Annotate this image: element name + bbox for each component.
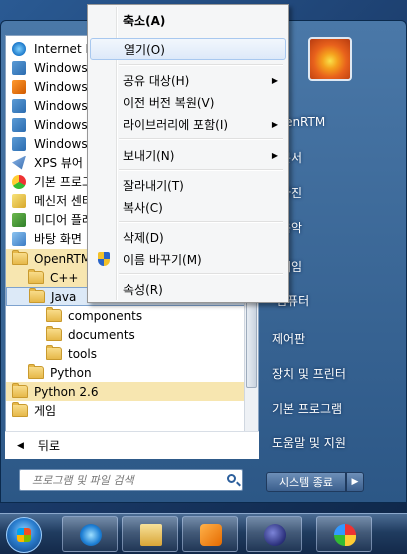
taskbar bbox=[0, 513, 407, 554]
folder-icon bbox=[28, 269, 44, 284]
search-input[interactable] bbox=[30, 472, 224, 488]
folder-icon bbox=[12, 250, 28, 265]
folder-icon bbox=[46, 326, 62, 341]
search-box[interactable] bbox=[19, 469, 243, 491]
shutdown-options-arrow-icon[interactable]: ▶ bbox=[346, 472, 364, 492]
folder-icon bbox=[46, 345, 62, 360]
menu-item-collapse[interactable]: 축소(A) bbox=[90, 9, 286, 31]
right-item-default-programs[interactable]: 기본 프로그램 bbox=[272, 400, 342, 417]
taskbar-file-explorer[interactable] bbox=[122, 516, 178, 552]
menu-separator bbox=[119, 64, 283, 66]
shutdown-button[interactable]: 시스템 종료 bbox=[266, 472, 346, 492]
menu-item-open[interactable]: 열기(O) bbox=[90, 38, 286, 60]
search-icon[interactable] bbox=[227, 474, 236, 483]
menu-item-restore-previous[interactable]: 이전 버전 복원(V) bbox=[90, 91, 286, 113]
media-center-icon bbox=[12, 212, 26, 227]
user-picture[interactable] bbox=[308, 37, 352, 81]
submenu-arrow-icon: ▶ bbox=[271, 75, 278, 85]
back-arrow-icon: ◀ bbox=[17, 440, 24, 451]
eclipse-icon bbox=[264, 524, 286, 546]
menu-item-copy[interactable]: 복사(C) bbox=[90, 196, 286, 218]
menu-item-include-library[interactable]: 라이브러리에 포함(I) ▶ bbox=[90, 113, 286, 135]
folder-python[interactable]: Python bbox=[6, 363, 252, 382]
windows-media-player-icon bbox=[200, 524, 222, 546]
folder-icon bbox=[46, 307, 62, 322]
folder-icon bbox=[28, 364, 44, 379]
taskbar-eclipse[interactable] bbox=[246, 516, 302, 552]
messenger-icon bbox=[12, 193, 26, 208]
internet-explorer-icon bbox=[80, 524, 102, 546]
right-item-control-panel[interactable]: 제어판 bbox=[272, 330, 305, 347]
folder-documents[interactable]: documents bbox=[6, 325, 252, 344]
folder-tools[interactable]: tools bbox=[6, 344, 252, 363]
start-orb-button[interactable] bbox=[6, 517, 42, 553]
menu-item-cut[interactable]: 잘라내기(T) bbox=[90, 174, 286, 196]
folder-icon bbox=[29, 288, 45, 303]
folder-python-2-6[interactable]: Python 2.6 bbox=[6, 382, 252, 401]
menu-separator bbox=[119, 221, 283, 223]
file-explorer-icon bbox=[140, 524, 162, 546]
back-button[interactable]: ◀ 뒤로 bbox=[5, 431, 259, 459]
folder-components[interactable]: components bbox=[6, 306, 252, 325]
submenu-arrow-icon: ▶ bbox=[271, 150, 278, 160]
menu-item-properties[interactable]: 속성(R) bbox=[90, 278, 286, 300]
windows-app-icon bbox=[12, 98, 26, 113]
internet-explorer-icon bbox=[12, 41, 26, 56]
windows-app-icon bbox=[12, 60, 26, 75]
right-item-help-support[interactable]: 도움말 및 지원 bbox=[272, 434, 346, 451]
default-programs-icon bbox=[12, 174, 26, 189]
windows-app-icon bbox=[12, 117, 26, 132]
menu-item-rename[interactable]: 이름 바꾸기(M) bbox=[90, 248, 286, 270]
windows-media-icon bbox=[12, 79, 26, 94]
submenu-arrow-icon: ▶ bbox=[271, 119, 278, 129]
menu-item-send-to[interactable]: 보내기(N) ▶ bbox=[90, 144, 286, 166]
xps-viewer-icon bbox=[12, 155, 26, 170]
taskbar-paint[interactable] bbox=[316, 516, 372, 552]
uac-shield-icon bbox=[98, 252, 110, 266]
folder-game[interactable]: 게임 bbox=[6, 401, 252, 420]
menu-separator bbox=[119, 273, 283, 275]
windows-app-icon bbox=[12, 136, 26, 151]
context-menu: 축소(A) 열기(O) 공유 대상(H) ▶ 이전 버전 복원(V) 라이브러리… bbox=[87, 4, 289, 303]
menu-item-delete[interactable]: 삭제(D) bbox=[90, 226, 286, 248]
menu-item-share[interactable]: 공유 대상(H) ▶ bbox=[90, 69, 286, 91]
desktop-gadget-icon bbox=[12, 231, 26, 246]
folder-icon bbox=[12, 383, 28, 398]
folder-icon bbox=[12, 402, 28, 417]
taskbar-internet-explorer[interactable] bbox=[62, 516, 118, 552]
right-item-devices-printers[interactable]: 장치 및 프린터 bbox=[272, 365, 346, 382]
paint-icon bbox=[334, 524, 356, 546]
menu-separator bbox=[119, 138, 283, 140]
taskbar-windows-media-player[interactable] bbox=[182, 516, 238, 552]
menu-separator bbox=[119, 169, 283, 171]
